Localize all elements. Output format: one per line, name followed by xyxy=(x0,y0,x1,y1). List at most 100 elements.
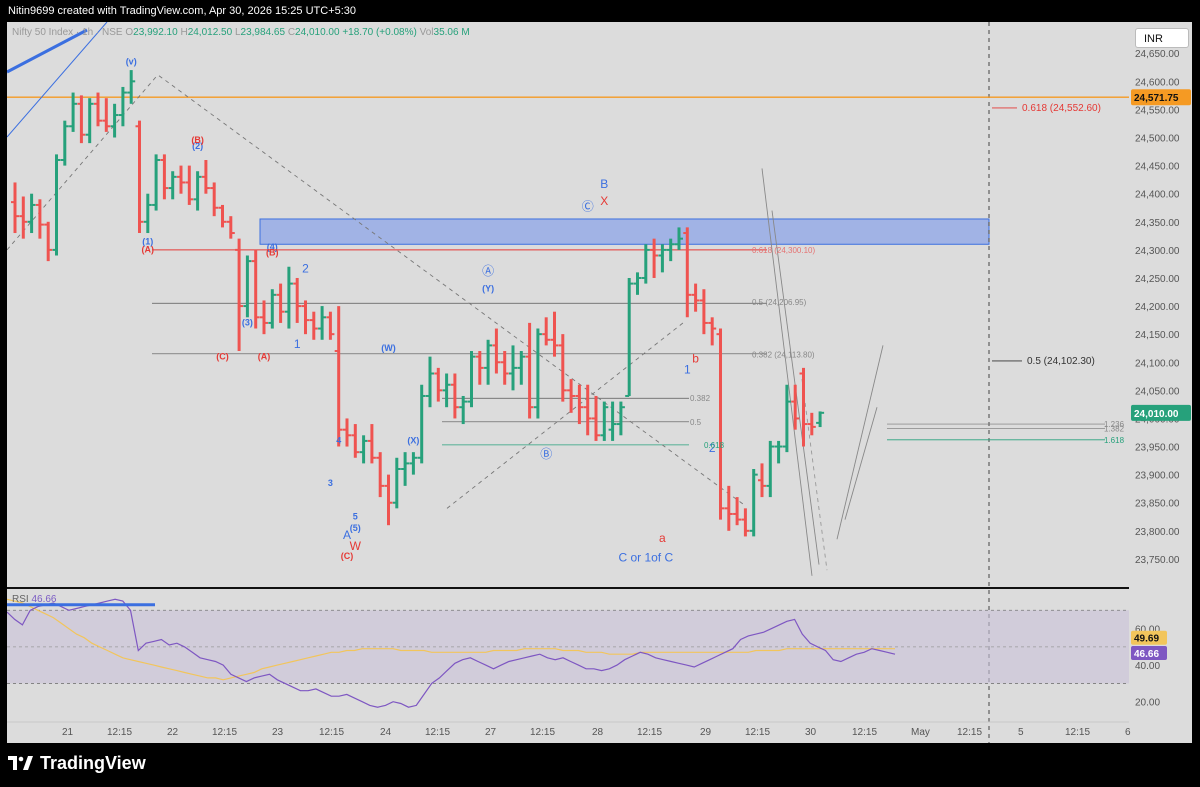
price-bar xyxy=(318,306,327,340)
price-bar xyxy=(268,289,277,329)
wave-label: a xyxy=(659,531,666,545)
price-bar xyxy=(35,199,44,239)
price-bar xyxy=(583,384,592,436)
time-tick-label: 24 xyxy=(380,727,392,738)
rsi-value-tag: 46.66 xyxy=(1134,649,1159,660)
wave-label: 1 xyxy=(294,337,301,351)
price-bar xyxy=(533,328,542,419)
price-bar xyxy=(243,255,252,318)
wave-label: C or 1of C xyxy=(618,551,673,565)
price-bar xyxy=(384,474,393,526)
price-bar xyxy=(766,440,775,498)
price-bar xyxy=(567,379,576,413)
price-bar xyxy=(284,266,293,329)
price-bar xyxy=(309,311,318,340)
price-bar xyxy=(110,103,119,138)
price-tick-label: 24,050.00 xyxy=(1135,386,1180,397)
time-tick-label: 21 xyxy=(62,727,74,738)
price-bar xyxy=(558,334,567,402)
price-bar xyxy=(177,165,185,194)
price-bar xyxy=(351,424,360,458)
price-tick-label: 24,400.00 xyxy=(1135,190,1180,201)
time-tick-label: 12:15 xyxy=(530,727,555,738)
price-tick-label: 23,900.00 xyxy=(1135,471,1180,482)
wave-label: 5 xyxy=(353,512,358,522)
rsi-tick-label: 20.00 xyxy=(1135,698,1160,709)
price-bar xyxy=(699,289,708,335)
price-bar xyxy=(69,92,78,132)
wave-label: 4 xyxy=(336,436,341,446)
price-bar xyxy=(592,395,600,441)
rsi-ma-tag: 49.69 xyxy=(1134,634,1159,645)
wave-label: (C) xyxy=(341,551,354,561)
price-bar xyxy=(758,463,766,498)
price-bar xyxy=(376,452,385,498)
price-bar xyxy=(724,485,733,531)
price-bar xyxy=(260,300,268,335)
price-bar xyxy=(459,395,468,425)
fib-label: 0.5 xyxy=(690,418,702,427)
price-bar xyxy=(625,277,634,397)
price-bar xyxy=(575,384,584,425)
price-tick-label: 24,600.00 xyxy=(1135,77,1180,88)
price-bar xyxy=(77,95,86,144)
price-tick-label: 24,150.00 xyxy=(1135,330,1180,341)
wave-label: 3 xyxy=(328,478,333,488)
price-bar xyxy=(417,384,426,464)
chart-frame[interactable]: (v) (1) (A) (2) (B) (3) (C) (4) (B) (A) 1 2 3 4 5 (5) A W… xyxy=(7,22,1192,743)
fib-label: 0.618 (24,552.60) xyxy=(1022,103,1101,114)
price-bar xyxy=(11,182,19,234)
fib-label: 0.382 (24,113.80) xyxy=(752,351,815,360)
price-bar xyxy=(616,401,625,436)
price-bar xyxy=(633,272,642,295)
wave-label: 1 xyxy=(684,362,691,376)
tradingview-logo[interactable]: TradingView xyxy=(8,753,146,774)
price-bar xyxy=(185,165,194,205)
price-bar xyxy=(741,508,750,537)
price-tick-label: 23,800.00 xyxy=(1135,527,1180,538)
trend-dashed-up-2 xyxy=(446,322,684,509)
wave-label: B xyxy=(600,177,608,191)
time-tick-label: 23 xyxy=(272,727,284,738)
fib-label: 0.382 xyxy=(690,394,711,403)
price-tag-last: 24,010.00 xyxy=(1134,409,1179,420)
price-bar xyxy=(484,339,493,385)
rsi-tick-label: 40.00 xyxy=(1135,661,1160,672)
currency-button[interactable]: INR xyxy=(1135,28,1189,48)
price-bar xyxy=(708,317,717,346)
wave-label: (B) xyxy=(266,248,279,258)
price-bar xyxy=(218,204,227,228)
price-bar xyxy=(492,328,501,374)
price-bar xyxy=(168,171,177,200)
price-bar xyxy=(152,154,161,211)
legend-close: 24,010.00 xyxy=(295,27,340,38)
time-tick-label: 30 xyxy=(805,727,817,738)
price-bar xyxy=(426,356,434,408)
time-tick-label: 5 xyxy=(1018,727,1024,738)
brand-name: TradingView xyxy=(40,753,146,773)
legend-symbol: Nifty 50 Index · 1h · NSE xyxy=(12,27,123,38)
time-tick-label: 28 xyxy=(592,727,604,738)
price-bar xyxy=(749,469,758,537)
wave-label: (v) xyxy=(126,56,137,66)
time-tick-label: 12:15 xyxy=(425,727,450,738)
price-bar xyxy=(251,249,260,329)
price-bar xyxy=(343,418,351,447)
price-bar xyxy=(816,411,825,428)
price-bar xyxy=(799,367,808,447)
price-tag-orange: 24,571.75 xyxy=(1134,93,1179,104)
chart-canvas[interactable]: (v)(1)(A)(2)(B)(3)(C)(4)(B)(A)12345(5)AW… xyxy=(7,22,1192,743)
wave-label: (3) xyxy=(242,318,253,328)
time-tick-label: 6 xyxy=(1125,727,1131,738)
fib-label: 0.618 (24,300.10) xyxy=(752,246,815,255)
price-bar xyxy=(658,244,667,273)
tradingview-logo-icon xyxy=(8,755,33,770)
time-tick-label: 12:15 xyxy=(637,727,662,738)
price-bar xyxy=(774,440,783,464)
wave-label: X xyxy=(600,194,608,208)
price-bar xyxy=(691,283,700,312)
rsi-legend-value: 46.66 xyxy=(31,594,57,605)
price-bar xyxy=(160,154,169,200)
legend-open: 23,992.10 xyxy=(133,27,178,38)
time-tick-label: 12:15 xyxy=(745,727,770,738)
